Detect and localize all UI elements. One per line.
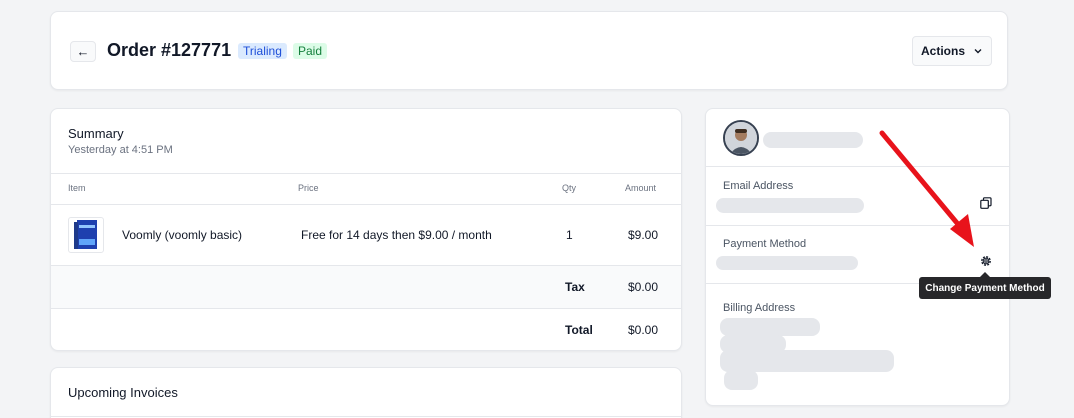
divider xyxy=(51,173,681,174)
change-payment-method-tooltip: Change Payment Method xyxy=(919,272,1051,299)
gear-icon xyxy=(981,256,991,266)
billing-address-label: Billing Address xyxy=(723,302,796,314)
divider xyxy=(51,416,681,417)
customer-name-redacted xyxy=(763,132,863,148)
summary-timestamp: Yesterday at 4:51 PM xyxy=(68,144,173,156)
billing-address-line-redacted xyxy=(720,318,820,336)
line-item-amount: $9.00 xyxy=(628,228,659,242)
tax-row xyxy=(51,266,681,308)
back-button[interactable]: ← xyxy=(70,41,96,62)
order-header: ← Order #127771 Trialing Paid Actions xyxy=(50,11,1008,90)
product-box-icon xyxy=(74,220,97,249)
billing-address-line-redacted xyxy=(724,370,758,390)
page-title: Order #127771 xyxy=(107,40,232,60)
tax-label: Tax xyxy=(565,280,585,294)
change-payment-method-button[interactable] xyxy=(978,253,994,269)
status-badge-paid: Paid xyxy=(293,43,328,59)
payment-method-label: Payment Method xyxy=(723,238,807,250)
divider xyxy=(51,308,681,309)
summary-title: Summary xyxy=(68,126,124,141)
billing-address-line-redacted xyxy=(720,350,894,372)
line-item-qty: 1 xyxy=(566,228,573,242)
email-redacted xyxy=(716,198,864,213)
upcoming-invoices-card: Upcoming Invoices xyxy=(50,367,682,418)
total-value: $0.00 xyxy=(628,323,659,337)
copy-icon xyxy=(980,197,992,209)
line-item-name: Voomly (voomly basic) xyxy=(122,228,243,242)
line-item-price: Free for 14 days then $9.00 / month xyxy=(301,228,492,242)
column-header-price: Price xyxy=(298,183,319,193)
product-thumbnail xyxy=(68,217,104,253)
actions-button[interactable]: Actions xyxy=(912,36,992,66)
actions-label: Actions xyxy=(920,44,965,58)
chevron-down-icon xyxy=(974,49,982,54)
summary-card: Summary Yesterday at 4:51 PM Item Price … xyxy=(50,108,682,351)
column-header-item: Item xyxy=(68,183,86,193)
upcoming-invoices-title: Upcoming Invoices xyxy=(68,385,178,400)
avatar[interactable] xyxy=(723,120,759,156)
tax-value: $0.00 xyxy=(628,280,659,294)
column-header-amount: Amount xyxy=(625,183,657,193)
column-header-qty: Qty xyxy=(562,183,577,193)
divider xyxy=(51,204,681,205)
annotation-arrow-icon xyxy=(879,130,974,247)
total-label: Total xyxy=(565,323,593,337)
status-badge-trialing: Trialing xyxy=(238,43,287,59)
email-label: Email Address xyxy=(723,180,794,192)
payment-method-redacted xyxy=(716,256,858,270)
arrow-left-icon: ← xyxy=(76,44,90,59)
person-icon xyxy=(725,122,757,154)
copy-email-button[interactable] xyxy=(978,195,994,211)
